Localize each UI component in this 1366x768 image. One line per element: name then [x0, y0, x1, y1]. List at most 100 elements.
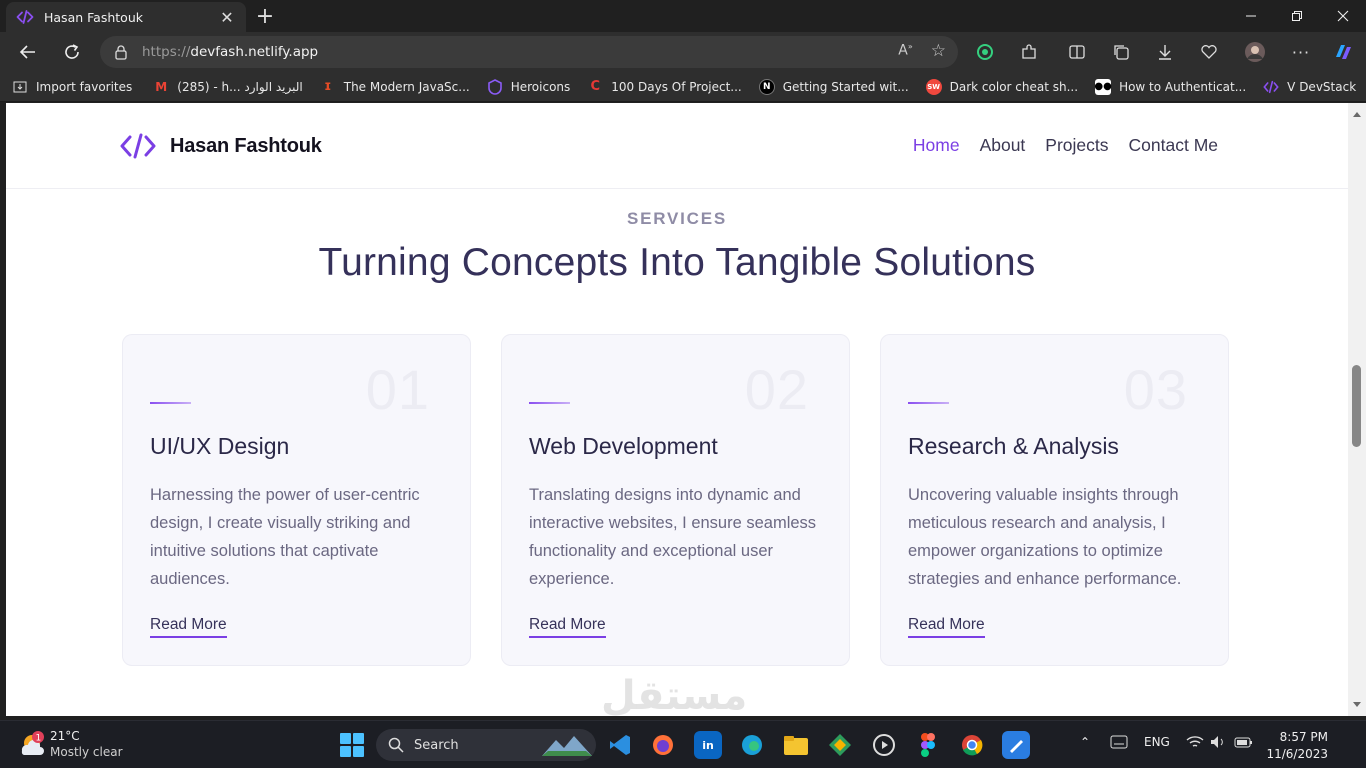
card-accent-line: [529, 402, 570, 404]
import-icon: [12, 79, 28, 95]
refresh-icon: [65, 44, 79, 59]
favorite-heroicons[interactable]: Heroicons: [487, 78, 570, 95]
start-button[interactable]: [340, 733, 364, 757]
vscode-icon[interactable]: [606, 731, 634, 759]
lock-icon[interactable]: [114, 44, 128, 60]
split-screen-icon[interactable]: [1066, 41, 1088, 63]
media-player-icon[interactable]: [870, 731, 898, 759]
card-description: Harnessing the power of user-centric des…: [150, 486, 420, 588]
browser-tab-active[interactable]: Hasan Fashtouk ✕: [6, 2, 246, 32]
code-icon: [16, 10, 34, 24]
card-title: Research & Analysis: [908, 433, 1119, 459]
health-heart-icon[interactable]: [1198, 41, 1220, 63]
collections-icon[interactable]: [1110, 41, 1132, 63]
nav-projects[interactable]: Projects: [1045, 135, 1108, 156]
volume-icon[interactable]: [1210, 735, 1228, 752]
code-icon: [1263, 79, 1279, 95]
scroll-down-arrow[interactable]: [1353, 702, 1361, 707]
restore-button[interactable]: [1274, 0, 1320, 32]
taskbar-search[interactable]: Search: [376, 729, 596, 761]
card-number: 01: [365, 358, 430, 421]
favorite-gmail[interactable]: M (285) - h... البريد الوارد: [153, 79, 302, 95]
favorite-100-days[interactable]: C 100 Days Of Project...: [587, 79, 742, 95]
card-title: Web Development: [529, 433, 718, 459]
weather-condition: Mostly clear: [50, 745, 123, 759]
firefox-icon[interactable]: [649, 731, 677, 759]
c-icon: C: [590, 79, 601, 94]
search-icon: [388, 737, 404, 753]
favorite-dark-color[interactable]: SW Dark color cheat sh...: [925, 78, 1078, 95]
more-options-icon[interactable]: ···: [1290, 41, 1312, 63]
card-number: 02: [744, 358, 809, 421]
weather-widget[interactable]: 1 21°C Mostly clear: [18, 729, 123, 759]
file-explorer-icon[interactable]: [782, 731, 810, 759]
javascript-info-icon: ɪ: [324, 79, 332, 94]
language-indicator[interactable]: ENG: [1144, 735, 1170, 749]
taskbar: 1 21°C Mostly clear Search in ⌃ ENG 8:57…: [0, 720, 1366, 768]
figma-icon[interactable]: [914, 731, 942, 759]
service-card-webdev: 02 Web Development Translating designs i…: [501, 334, 850, 666]
restore-icon: [1292, 11, 1302, 21]
scroll-up-arrow[interactable]: [1353, 112, 1361, 117]
nav-contact[interactable]: Contact Me: [1129, 135, 1218, 156]
puzzle-icon[interactable]: [1018, 41, 1040, 63]
browser-toolbar: https://devfash.netlify.app A» ☆ ···: [0, 32, 1366, 72]
close-tab-icon[interactable]: ✕: [218, 8, 236, 27]
weather-badge: 1: [36, 734, 42, 744]
weather-temp: 21°C: [50, 729, 80, 743]
favorite-import[interactable]: Import favorites: [12, 79, 132, 95]
favorite-devstack[interactable]: V DevStack: [1263, 79, 1356, 95]
nav-about[interactable]: About: [980, 135, 1026, 156]
close-window-button[interactable]: [1320, 0, 1366, 32]
section-headline: Turning Concepts Into Tangible Solutions: [318, 241, 1036, 284]
site-header: Hasan Fashtouk Home About Projects Conta…: [6, 103, 1348, 189]
address-bar[interactable]: https://devfash.netlify.app A» ☆: [100, 36, 958, 68]
copilot-icon[interactable]: [1332, 41, 1354, 63]
read-aloud-icon[interactable]: A»: [898, 42, 912, 60]
code-brackets-icon: [120, 133, 156, 159]
minimize-button[interactable]: [1228, 0, 1274, 32]
system-clock[interactable]: 8:57 PM 11/6/2023: [1266, 729, 1328, 763]
linkedin-icon[interactable]: in: [694, 731, 722, 759]
extension-circle-icon[interactable]: [974, 41, 996, 63]
arrow-left-icon: [19, 45, 35, 59]
chevron-up-icon[interactable]: ⌃: [1080, 735, 1090, 749]
edge-icon[interactable]: [738, 731, 766, 759]
wifi-icon[interactable]: [1186, 735, 1204, 752]
close-icon: [1337, 10, 1349, 22]
site-logo[interactable]: Hasan Fashtouk: [120, 133, 322, 159]
battery-icon[interactable]: [1234, 735, 1254, 752]
favorite-medium[interactable]: ●● How to Authenticat...: [1094, 78, 1246, 95]
search-label: Search: [414, 737, 459, 753]
url-text[interactable]: https://devfash.netlify.app: [142, 44, 318, 60]
section-kicker: SERVICES: [626, 209, 728, 228]
refresh-button[interactable]: [57, 37, 87, 67]
git-kraken-icon[interactable]: [826, 731, 854, 759]
gmail-icon: M: [155, 79, 168, 94]
card-title: UI/UX Design: [150, 433, 290, 459]
favorite-nextjs[interactable]: N Getting Started wit...: [758, 78, 909, 95]
site-nav: Home About Projects Contact Me: [913, 135, 1218, 156]
service-card-research: 03 Research & Analysis Uncovering valuab…: [880, 334, 1229, 666]
read-more-link[interactable]: Read More: [150, 616, 227, 638]
minimize-icon: [1246, 15, 1256, 17]
read-more-link[interactable]: Read More: [908, 616, 985, 638]
service-card-uiux: 01 UI/UX Design Harnessing the power of …: [122, 334, 471, 666]
url-scheme: https://: [142, 44, 191, 60]
scroll-thumb[interactable]: [1352, 365, 1361, 447]
back-button[interactable]: [13, 37, 43, 67]
paint-icon[interactable]: [1002, 731, 1030, 759]
nav-home[interactable]: Home: [913, 135, 960, 156]
read-more-link[interactable]: Read More: [529, 616, 606, 638]
star-icon[interactable]: ☆: [931, 42, 946, 60]
page-scrollbar[interactable]: [1348, 103, 1366, 716]
weather-icon: 1: [21, 731, 44, 755]
favorite-modern-javascript[interactable]: ɪ The Modern JavaSc...: [320, 79, 470, 95]
url-host: devfash.netlify.app: [190, 44, 319, 60]
chrome-icon[interactable]: [958, 731, 986, 759]
keyboard-icon[interactable]: [1110, 735, 1128, 752]
new-tab-button[interactable]: +: [252, 4, 278, 29]
profile-avatar[interactable]: [1244, 41, 1266, 63]
download-icon[interactable]: [1154, 41, 1176, 63]
watermark: مستقل: [601, 673, 748, 716]
